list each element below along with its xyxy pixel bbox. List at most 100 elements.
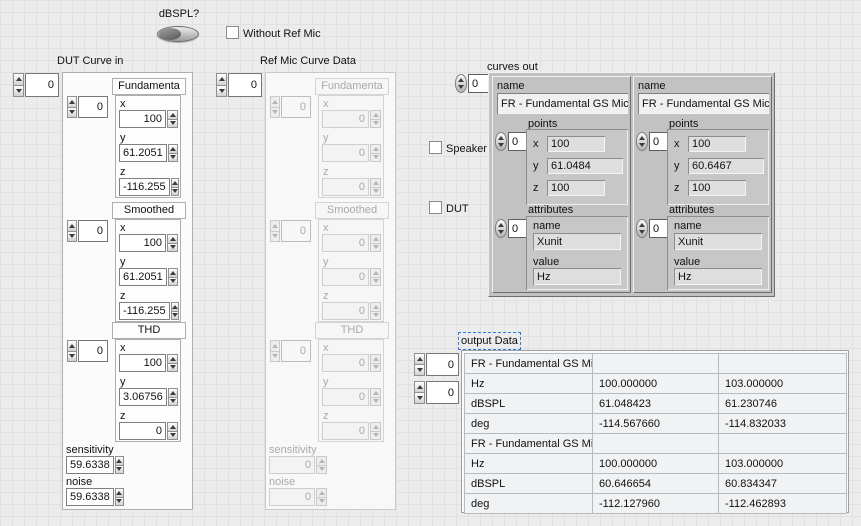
index-value[interactable]: 0 xyxy=(25,73,59,97)
up-arrow-icon xyxy=(373,391,379,395)
decrement-button[interactable] xyxy=(67,231,77,243)
table-cell: FR - Fundamental GS Mic2 xyxy=(465,434,593,454)
decrement-button[interactable] xyxy=(168,277,178,287)
decrement-button[interactable] xyxy=(414,392,425,404)
index-value[interactable]: 0 xyxy=(508,219,528,238)
index-spinner[interactable] xyxy=(636,132,648,151)
noise-value[interactable]: 59.6338 xyxy=(66,488,114,506)
curve-element: name FR - Fundamental GS Mic1 points 0 x… xyxy=(492,76,631,293)
decrement-button[interactable] xyxy=(171,187,179,197)
index-value[interactable]: 0 xyxy=(78,96,108,118)
index-value[interactable]: 0 xyxy=(426,381,459,404)
x-field: 0 xyxy=(322,110,381,128)
z-label: z xyxy=(533,182,539,194)
table-row: dBSPL 61.048423 61.230746 xyxy=(465,394,847,414)
x-field: 100 xyxy=(119,354,178,372)
section-header: Smoothed xyxy=(315,202,389,219)
attributes-label: attributes xyxy=(528,204,573,216)
attributes-index-control: 0 xyxy=(495,219,528,238)
attr-value-label: value xyxy=(674,256,700,268)
field-spinner xyxy=(167,110,178,128)
decrement-button[interactable] xyxy=(167,119,178,129)
field-spinner xyxy=(167,234,178,252)
down-arrow-icon xyxy=(170,279,176,283)
decrement-button[interactable] xyxy=(67,107,77,119)
down-arrow-icon xyxy=(170,121,176,125)
index-spinner[interactable] xyxy=(495,219,507,238)
decrement-button[interactable] xyxy=(168,397,178,407)
decrement-button[interactable] xyxy=(67,351,77,363)
dut-checkbox[interactable] xyxy=(429,201,442,214)
decrement-button[interactable] xyxy=(115,497,124,507)
decrement-button xyxy=(370,397,381,407)
index-value[interactable]: 0 xyxy=(649,132,669,151)
index-value[interactable]: 0 xyxy=(228,73,262,97)
y-value[interactable]: 61.2051 xyxy=(119,268,167,286)
decrement-button xyxy=(370,119,381,129)
sensitivity-field: 59.6338 xyxy=(66,456,124,474)
table: FR - Fundamental GS Mic1 Hz 100.000000 1… xyxy=(464,353,847,514)
y-value[interactable]: 61.2051 xyxy=(119,144,167,162)
z-value[interactable]: -116.255 xyxy=(119,178,170,196)
x-value: 0 xyxy=(322,110,369,128)
x-value: 100 xyxy=(547,136,605,152)
up-arrow-icon xyxy=(498,223,504,227)
decrement-button[interactable] xyxy=(216,85,227,98)
table-cell: 60.834347 xyxy=(719,474,847,494)
sensitivity-value: 0 xyxy=(269,456,315,474)
decrement-button[interactable] xyxy=(171,311,179,321)
decrement-button xyxy=(370,311,381,321)
index-value[interactable]: 0 xyxy=(508,132,528,151)
decrement-button xyxy=(370,277,381,287)
output-data-label[interactable]: output Data xyxy=(461,335,518,347)
z-value[interactable]: 0 xyxy=(119,422,166,440)
decrement-button[interactable] xyxy=(13,85,24,98)
index-value[interactable]: 0 xyxy=(78,340,108,362)
output-data-table[interactable]: FR - Fundamental GS Mic1 Hz 100.000000 1… xyxy=(461,350,849,513)
up-arrow-icon xyxy=(170,425,176,429)
index-value[interactable]: 0 xyxy=(78,220,108,242)
up-arrow-icon xyxy=(373,305,379,309)
curves-out-index-control: 0 xyxy=(455,74,489,93)
field-spinner xyxy=(370,178,381,196)
decrement-button[interactable] xyxy=(167,243,178,253)
up-arrow-icon xyxy=(417,385,423,389)
labview-front-panel: dBSPL? Without Ref Mic DUT Curve in 0 Fu… xyxy=(0,0,861,526)
sensitivity-label: sensitivity xyxy=(66,444,114,456)
y-value[interactable]: 3.06756 xyxy=(119,388,167,406)
index-spinner[interactable] xyxy=(455,74,467,93)
y-value: 0 xyxy=(322,144,369,162)
decrement-button[interactable] xyxy=(167,431,178,441)
index-spinner[interactable] xyxy=(495,132,507,151)
speaker-checkbox[interactable] xyxy=(429,141,442,154)
table-cell: deg xyxy=(465,414,593,434)
z-value: 0 xyxy=(322,302,369,320)
index-value[interactable]: 0 xyxy=(468,74,489,93)
noise-label: noise xyxy=(66,476,92,488)
index-value[interactable]: 0 xyxy=(426,353,459,376)
without-ref-mic-checkbox[interactable] xyxy=(226,26,239,39)
x-value[interactable]: 100 xyxy=(119,110,166,128)
up-arrow-icon xyxy=(498,136,504,140)
down-arrow-icon xyxy=(170,245,176,249)
x-value: 0 xyxy=(322,234,369,252)
x-label: x xyxy=(323,342,329,354)
index-spinner[interactable] xyxy=(636,219,648,238)
y-label: y xyxy=(120,376,126,388)
decrement-button[interactable] xyxy=(167,363,178,373)
field-spinner xyxy=(370,354,381,372)
z-value[interactable]: -116.255 xyxy=(119,302,170,320)
z-value: 0 xyxy=(322,178,369,196)
x-value[interactable]: 100 xyxy=(119,354,166,372)
x-value[interactable]: 100 xyxy=(119,234,166,252)
decrement-button[interactable] xyxy=(168,153,178,163)
decrement-button[interactable] xyxy=(115,465,124,475)
sensitivity-label: sensitivity xyxy=(269,444,317,456)
dbspl-toggle-switch[interactable] xyxy=(157,26,199,42)
field-spinner xyxy=(316,488,327,506)
decrement-button[interactable] xyxy=(414,364,425,376)
sensitivity-value[interactable]: 59.6338 xyxy=(66,456,114,474)
attr-value-value: Hz xyxy=(674,268,762,285)
up-arrow-icon xyxy=(170,271,176,275)
index-value[interactable]: 0 xyxy=(649,219,669,238)
